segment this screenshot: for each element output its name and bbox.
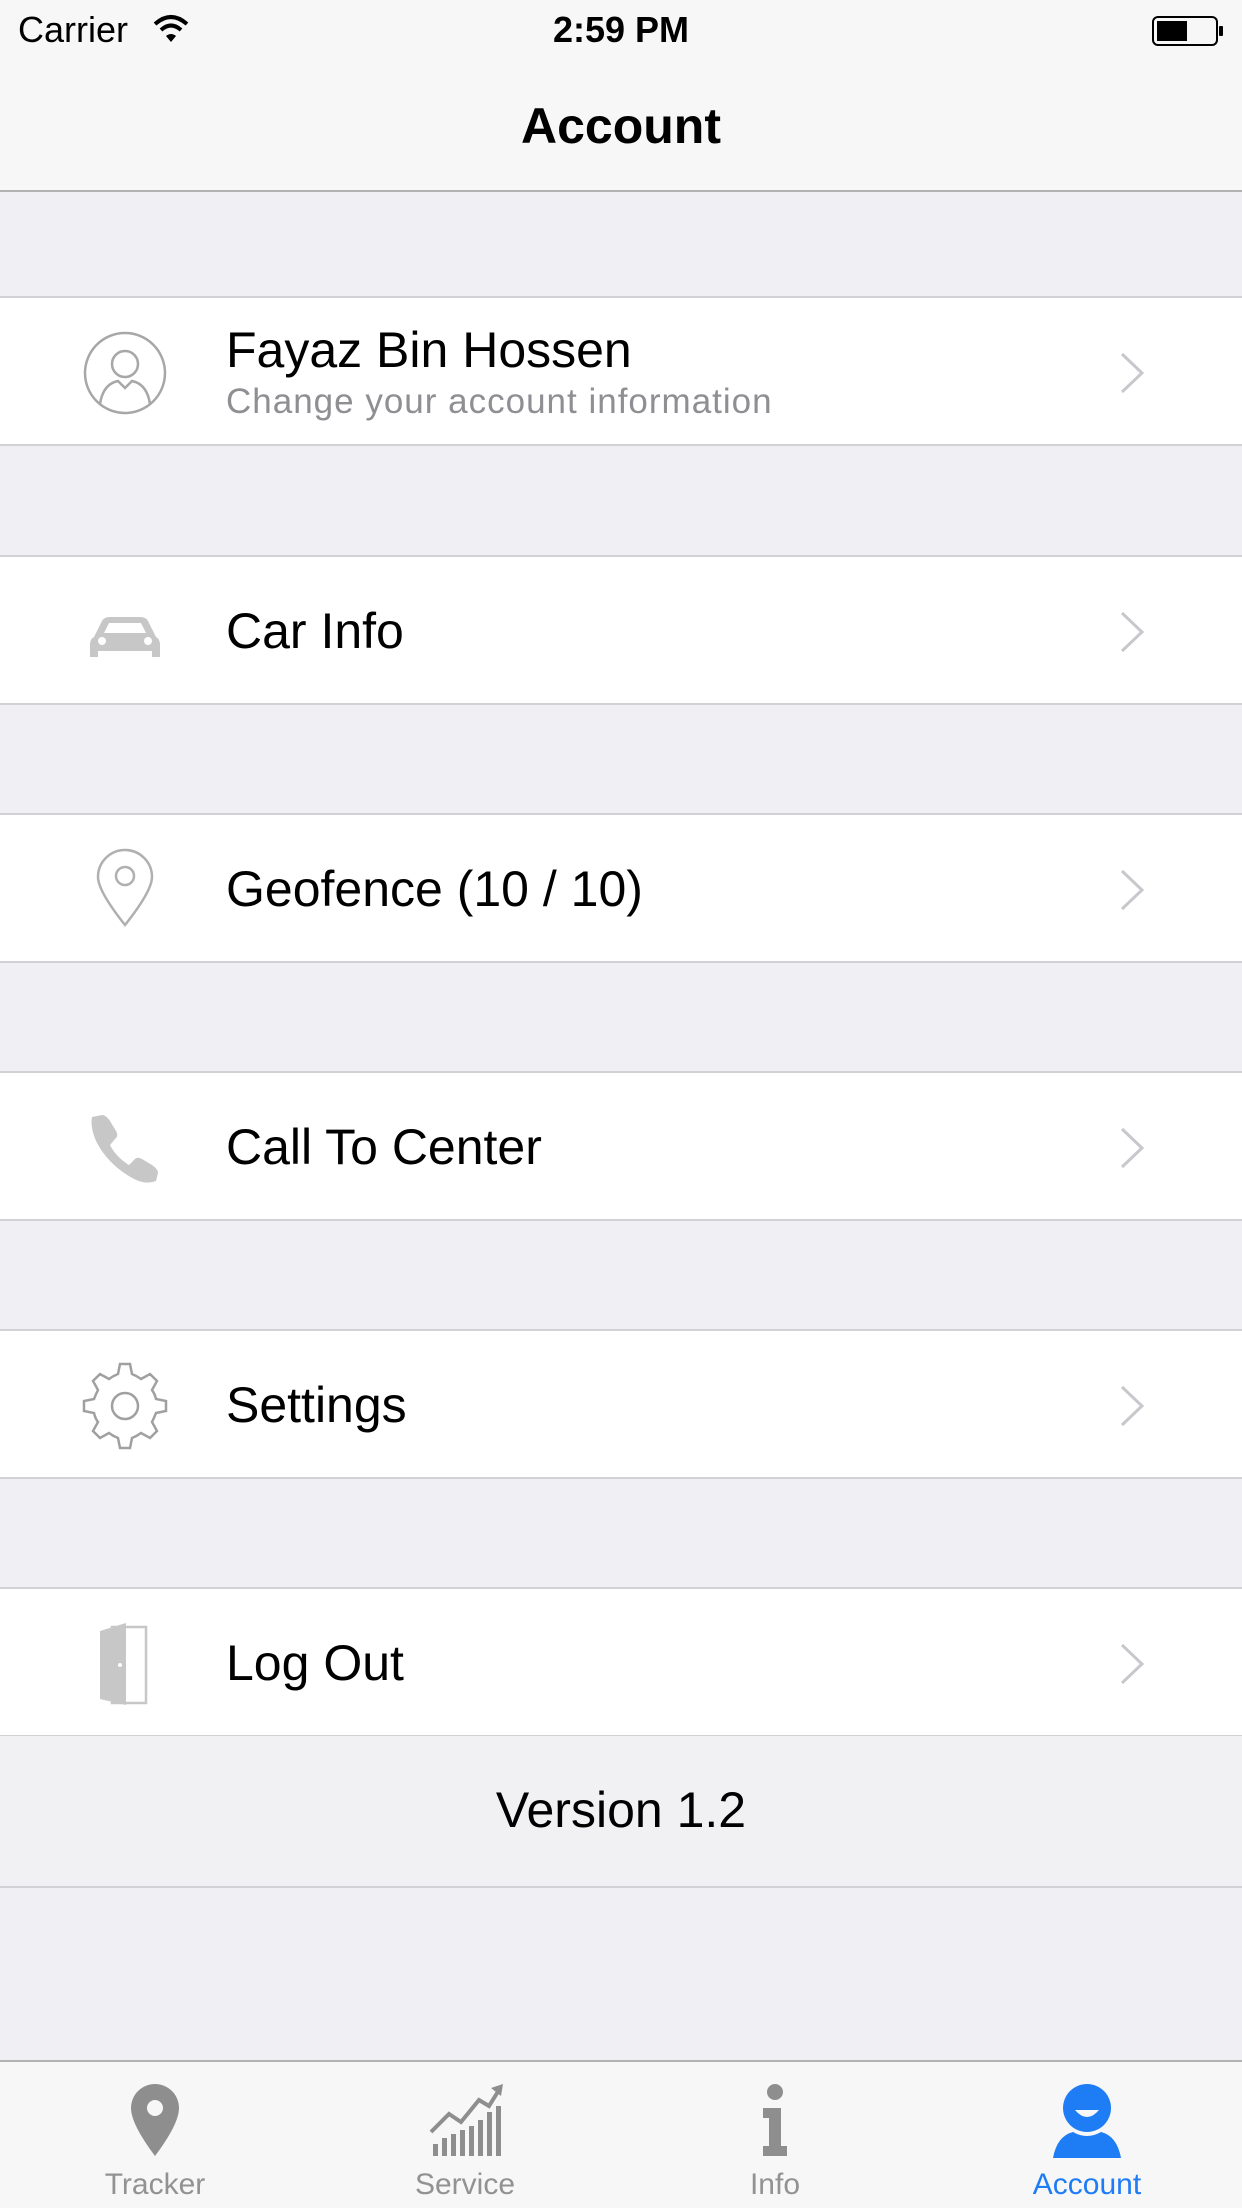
- status-bar: Carrier 2:59 PM: [0, 0, 1242, 60]
- chevron-right-icon: [1120, 611, 1145, 653]
- location-pin-icon: [80, 845, 170, 935]
- navigation-bar: Account: [0, 60, 1242, 192]
- account-icon: [1037, 2080, 1137, 2160]
- phone-icon: [80, 1103, 170, 1193]
- car-info-row[interactable]: Car Info: [0, 555, 1242, 705]
- version-label: Version 1.2: [495, 1782, 747, 1838]
- tab-label: Account: [1032, 2168, 1142, 2201]
- geofence-row[interactable]: Geofence (10 / 10): [0, 813, 1242, 963]
- menu-item-label: Geofence (10 / 10): [226, 861, 643, 917]
- chevron-right-icon: [1120, 1127, 1145, 1169]
- logout-row[interactable]: Log Out: [0, 1587, 1242, 1737]
- tab-bar: Tracker Service Info Account: [0, 2060, 1242, 2208]
- chevron-right-icon: [1120, 352, 1145, 394]
- page-title: Account: [521, 98, 721, 154]
- tab-label: Tracker: [104, 2168, 206, 2201]
- tab-label: Service: [414, 2168, 516, 2201]
- menu-item-label: Car Info: [226, 603, 404, 659]
- status-time: 2:59 PM: [552, 9, 690, 50]
- chevron-right-icon: [1120, 1385, 1145, 1427]
- menu-item-label: Settings: [226, 1377, 407, 1433]
- door-icon: [80, 1619, 170, 1709]
- tab-account[interactable]: Account: [932, 2062, 1242, 2208]
- tab-label: Info: [749, 2168, 801, 2201]
- version-footer: Version 1.2: [0, 1736, 1242, 1888]
- tab-tracker[interactable]: Tracker: [0, 2062, 310, 2208]
- tab-service[interactable]: Service: [310, 2062, 620, 2208]
- gear-icon: [80, 1361, 170, 1451]
- user-icon: [80, 328, 170, 418]
- info-icon: [725, 2080, 825, 2160]
- profile-row[interactable]: Fayaz Bin Hossen Change your account inf…: [0, 296, 1242, 446]
- menu-item-label: Log Out: [226, 1635, 404, 1691]
- car-icon: [80, 587, 170, 677]
- battery-icon: [1152, 16, 1223, 46]
- chevron-right-icon: [1120, 1643, 1145, 1685]
- call-to-center-row[interactable]: Call To Center: [0, 1071, 1242, 1221]
- tab-info[interactable]: Info: [620, 2062, 930, 2208]
- profile-name: Fayaz Bin Hossen: [226, 322, 632, 378]
- profile-subtitle: Change your account information: [226, 382, 773, 421]
- chevron-right-icon: [1120, 869, 1145, 911]
- settings-row[interactable]: Settings: [0, 1329, 1242, 1479]
- chart-icon: [415, 2080, 515, 2160]
- map-pin-icon: [105, 2080, 205, 2160]
- menu-item-label: Call To Center: [226, 1119, 542, 1175]
